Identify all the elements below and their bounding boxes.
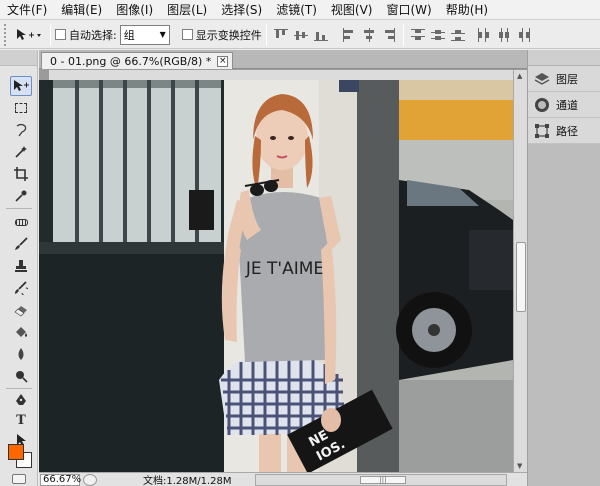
menu-edit[interactable]: 编辑(E) (54, 0, 109, 20)
menu-window[interactable]: 窗口(W) (379, 0, 438, 20)
menu-filter[interactable]: 滤镜(T) (269, 0, 324, 20)
document-tab[interactable]: 0 - 01.png @ 66.7%(RGB/8) * × (41, 52, 234, 69)
distribute-bottom-icon[interactable] (450, 27, 466, 43)
align-right-edges-icon[interactable] (381, 27, 397, 43)
eraser-tool-icon[interactable] (10, 300, 32, 320)
document-info: 文档:1.28M/1.28M (143, 476, 232, 486)
clone-stamp-tool-icon[interactable] (10, 256, 32, 276)
auto-select-dropdown[interactable]: 组 ▼ (119, 24, 170, 45)
menu-layer[interactable]: 图层(L) (160, 0, 214, 20)
options-separator-3 (402, 23, 404, 46)
foreground-color-swatch[interactable] (8, 444, 24, 460)
align-buttons (271, 27, 399, 43)
vertical-scrollbar[interactable]: ▲ ▼ (513, 70, 527, 472)
channels-panel-label: 通道 (556, 98, 578, 112)
zoom-field[interactable]: 66.67% (40, 473, 81, 486)
menu-help[interactable]: 帮助(H) (439, 0, 495, 20)
document-tab-title: 0 - 01.png @ 66.7%(RGB/8) * (50, 54, 212, 68)
close-icon[interactable]: × (217, 55, 229, 67)
brush-tool-icon[interactable] (10, 234, 32, 254)
options-bar: 自动选择: 组 ▼ 显示变换控件 (0, 21, 600, 49)
align-bottom-edges-icon[interactable] (313, 27, 329, 43)
paths-panel-button[interactable]: 路径 (528, 118, 600, 144)
status-bar: 66.67% 文档:1.28M/1.28M ||| (39, 472, 527, 486)
tools-panel-header[interactable] (0, 50, 37, 66)
history-brush-tool-icon[interactable] (10, 278, 32, 298)
chevron-down-icon: ▼ (159, 30, 166, 39)
status-info-icon[interactable] (83, 473, 97, 486)
horizontal-scroll-thumb[interactable]: ||| (360, 475, 406, 484)
show-transform-checkbox[interactable] (181, 29, 193, 40)
scroll-down-icon[interactable]: ▼ (517, 462, 522, 470)
healing-brush-tool-icon[interactable] (10, 212, 32, 232)
tool-preset-picker[interactable] (10, 24, 46, 46)
channels-panel-button[interactable]: 通道 (528, 92, 600, 118)
type-tool-icon[interactable]: T (10, 410, 32, 430)
menu-bar: 文件(F) 编辑(E) 图像(I) 图层(L) 选择(S) 滤镜(T) 视图(V… (0, 0, 600, 20)
panel-dock: 图层 通道 路径 (527, 50, 600, 486)
layers-panel-button[interactable]: 图层 (528, 66, 600, 92)
document-tab-strip: 0 - 01.png @ 66.7%(RGB/8) * × (39, 50, 527, 69)
scroll-up-icon[interactable]: ▲ (517, 72, 522, 80)
menu-select[interactable]: 选择(S) (214, 0, 269, 20)
paths-panel-label: 路径 (556, 124, 578, 138)
vertical-scroll-thumb[interactable] (516, 242, 526, 312)
auto-select-value: 组 (123, 28, 135, 42)
top-ruler (49, 70, 517, 80)
distribute-left-icon[interactable] (476, 27, 492, 43)
options-separator (50, 23, 51, 46)
tools-panel: T (0, 50, 38, 486)
align-horizontal-centers-icon[interactable] (361, 27, 377, 43)
move-tool-icon (17, 28, 41, 40)
menu-image[interactable]: 图像(I) (109, 0, 160, 20)
document-area: 0 - 01.png @ 66.7%(RGB/8) * × JE T'AIME … (39, 50, 527, 486)
tools-divider (6, 208, 32, 209)
options-separator-2 (265, 23, 267, 46)
canvas[interactable]: JE T'AIME NE IOS. (39, 80, 513, 472)
distribute-vcenter-icon[interactable] (430, 27, 446, 43)
photo-canvas: JE T'AIME NE IOS. (39, 80, 513, 472)
show-transform-label: 显示变换控件 (195, 28, 262, 42)
paint-bucket-tool-icon[interactable] (10, 322, 32, 342)
distribute-right-icon[interactable] (516, 27, 532, 43)
align-vertical-centers-icon[interactable] (293, 27, 309, 43)
layers-panel-label: 图层 (556, 72, 578, 86)
dodge-tool-icon[interactable] (10, 366, 32, 386)
channels-icon (534, 97, 550, 113)
layers-icon (534, 71, 550, 87)
eyedropper-tool-icon[interactable] (10, 186, 32, 206)
lasso-tool-icon[interactable] (10, 120, 32, 140)
horizontal-scrollbar[interactable]: ||| (255, 473, 507, 486)
blur-tool-icon[interactable] (10, 344, 32, 364)
auto-select-label: 自动选择: (69, 28, 117, 42)
align-left-edges-icon[interactable] (341, 27, 357, 43)
panel-dock-header[interactable] (528, 50, 600, 66)
distribute-buttons (408, 27, 534, 43)
menu-file[interactable]: 文件(F) (0, 0, 54, 20)
paths-icon (534, 123, 550, 139)
distribute-top-icon[interactable] (410, 27, 426, 43)
magic-wand-tool-icon[interactable] (10, 142, 32, 162)
marquee-tool-icon[interactable] (10, 98, 32, 118)
crop-tool-icon[interactable] (10, 164, 32, 184)
pen-tool-icon[interactable] (10, 390, 32, 410)
shirt-print-text: JE T'AIME (245, 259, 324, 279)
auto-select-checkbox[interactable] (55, 29, 66, 40)
tools-divider-2 (6, 388, 32, 389)
quick-mask-icon[interactable] (12, 474, 26, 484)
align-top-edges-icon[interactable] (273, 27, 289, 43)
move-tool-icon[interactable] (10, 76, 32, 96)
menu-view[interactable]: 视图(V) (324, 0, 380, 20)
distribute-hcenter-icon[interactable] (496, 27, 512, 43)
